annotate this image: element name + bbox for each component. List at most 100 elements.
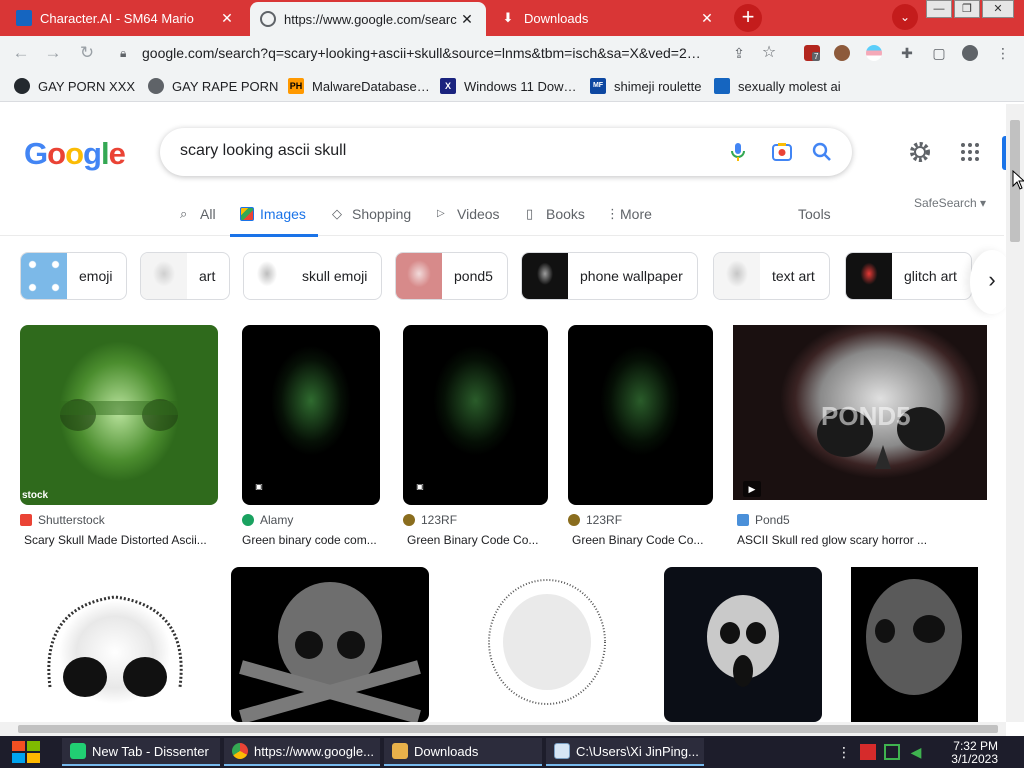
result-thumbnail[interactable]: POND5 [733, 325, 987, 500]
network-icon[interactable] [884, 744, 900, 760]
taskbar-item-downloads[interactable]: Downloads [384, 738, 542, 766]
safesearch-dropdown[interactable]: SafeSearch ▾ [914, 196, 986, 210]
tab-label: Images [260, 206, 306, 222]
result-thumbnail[interactable] [450, 567, 644, 722]
scrollbar-thumb[interactable] [18, 725, 998, 733]
image-icon [240, 207, 254, 221]
camera-lens-icon[interactable] [770, 140, 794, 164]
result-thumbnail[interactable] [242, 325, 380, 505]
tab-books[interactable]: ▯ Books [526, 206, 585, 222]
taskbar-item-notepad[interactable]: C:\Users\Xi JinPing... [546, 738, 704, 766]
new-tab-button[interactable]: + [734, 4, 762, 32]
result-thumbnail[interactable] [664, 567, 822, 722]
chip-glitch-art[interactable]: glitch art [845, 252, 972, 300]
tab-videos[interactable]: ▷ Videos [437, 206, 500, 222]
tab-images[interactable]: Images [230, 206, 318, 237]
bookmark-item[interactable]: sexually molest ai [714, 77, 841, 95]
pond5-icon [737, 514, 749, 526]
chip-pond5[interactable]: pond5 [395, 252, 508, 300]
flag-extension-icon[interactable] [866, 45, 882, 61]
search-input[interactable]: scary looking ascii skull [180, 142, 346, 160]
result-source[interactable]: Pond5 [737, 513, 790, 527]
tab-all[interactable]: ⌕ All [180, 206, 216, 222]
chip-art[interactable]: art [140, 252, 231, 300]
result-caption[interactable]: Green Binary Code Co... [572, 533, 712, 547]
microphone-icon[interactable] [726, 140, 750, 164]
logo-letter: G [24, 136, 48, 171]
restore-button[interactable]: ❐ [954, 0, 980, 18]
flag-tray-icon[interactable] [860, 744, 876, 760]
speaker-icon[interactable]: ◀ [908, 744, 924, 760]
horizontal-scrollbar[interactable] [0, 722, 1006, 736]
search-box[interactable]: scary looking ascii skull [160, 128, 852, 176]
side-panel-icon[interactable]: ▢ [928, 42, 950, 64]
bookmark-item[interactable]: PH MalwareDatabase… [288, 77, 430, 95]
tools-button[interactable]: Tools [798, 206, 831, 222]
windows-start-icon[interactable] [8, 738, 44, 766]
taskbar-label: https://www.google... [254, 743, 374, 759]
tab-google-search[interactable]: https://www.google.com/searc ✕ [250, 2, 486, 36]
result-thumbnail[interactable] [851, 567, 978, 722]
tab-more[interactable]: ⋮ More [606, 206, 652, 222]
bookmark-item[interactable]: GAY PORN XXX [14, 77, 135, 95]
tab-search-button[interactable]: ⌄ [892, 4, 918, 30]
chip-label: skull emoji [302, 268, 368, 284]
bookmark-item[interactable]: MF shimeji roulette [590, 77, 701, 95]
chip-label: phone wallpaper [580, 268, 683, 284]
profile-avatar-icon[interactable] [962, 45, 978, 61]
chip-thumbnail [244, 253, 290, 299]
extensions-puzzle-icon[interactable]: ✚ [896, 42, 918, 64]
result-thumbnail[interactable] [20, 567, 210, 722]
result-source[interactable]: Alamy [242, 513, 293, 527]
taskbar-clock[interactable]: 7:32 PM 3/1/2023 [938, 740, 998, 766]
result-thumbnail[interactable] [231, 567, 429, 722]
result-caption[interactable]: Green Binary Code Co... [407, 533, 547, 547]
more-vert-icon[interactable]: ⋮ [836, 744, 852, 760]
result-source[interactable]: Shutterstock [20, 513, 105, 527]
taskbar-item-chrome[interactable]: https://www.google... [224, 738, 380, 766]
result-caption[interactable]: Green binary code com... [242, 533, 380, 547]
bookmark-item[interactable]: GAY RAPE PORN [148, 77, 278, 95]
google-logo[interactable]: Google [24, 136, 126, 172]
share-icon[interactable]: ⇪ [728, 42, 750, 64]
skull-image [707, 595, 779, 687]
star-icon[interactable]: ☆ [758, 42, 780, 64]
chip-emoji[interactable]: emoji [20, 252, 128, 300]
related-chips: emoji art skull emoji pond5 phone wallpa… [0, 252, 1004, 302]
result-caption[interactable]: ASCII Skull red glow scary horror ... [737, 533, 987, 547]
taskbar-label: Downloads [414, 743, 479, 759]
chip-skull-emoji[interactable]: skull emoji [243, 252, 383, 300]
apps-grid-icon[interactable] [958, 140, 982, 164]
taskbar-item-dissenter[interactable]: New Tab - Dissenter [62, 738, 220, 766]
window-close-button[interactable]: ✕ [982, 0, 1014, 18]
forward-arrow-icon[interactable]: → [42, 42, 64, 64]
back-arrow-icon[interactable]: ← [10, 42, 32, 64]
search-icon[interactable] [810, 140, 834, 164]
bookmark-item[interactable]: X Windows 11 Dow… [440, 77, 576, 95]
tab-shopping[interactable]: ◇ Shopping [332, 206, 411, 222]
result-source[interactable]: 123RF [403, 513, 457, 527]
close-icon[interactable]: ✕ [218, 10, 236, 27]
chip-phone-wallpaper[interactable]: phone wallpaper [521, 252, 698, 300]
vertical-scrollbar[interactable] [1006, 104, 1024, 722]
mouse-cursor-icon [1012, 170, 1024, 190]
search-tabs: ⌕ All Images ◇ Shopping ▷ Videos ▯ Books… [0, 196, 1004, 237]
close-icon[interactable]: ✕ [458, 11, 476, 28]
gear-icon[interactable] [908, 140, 932, 164]
result-source[interactable]: 123RF [568, 513, 622, 527]
play-icon: ▷ [437, 208, 445, 219]
avatar-extension-icon[interactable] [834, 45, 850, 61]
result-thumbnail[interactable]: stock [20, 325, 218, 505]
close-icon[interactable]: ✕ [698, 10, 716, 27]
result-thumbnail[interactable] [403, 325, 548, 505]
reload-icon[interactable]: ↻ [76, 42, 98, 64]
result-caption[interactable]: Scary Skull Made Distorted Ascii... [24, 533, 220, 547]
address-bar[interactable]: 🔒︎ google.com/search?q=scary+looking+asc… [112, 40, 724, 66]
tab-downloads[interactable]: ⬇ Downloads ✕ [490, 2, 726, 34]
chip-text-art[interactable]: text art [713, 252, 830, 300]
chip-thumbnail [21, 253, 67, 299]
more-vert-icon[interactable]: ⋮ [992, 42, 1014, 64]
tab-character-ai[interactable]: Character.AI - SM64 Mario ✕ [6, 2, 246, 34]
minimize-button[interactable]: — [926, 0, 952, 18]
result-thumbnail[interactable] [568, 325, 713, 505]
